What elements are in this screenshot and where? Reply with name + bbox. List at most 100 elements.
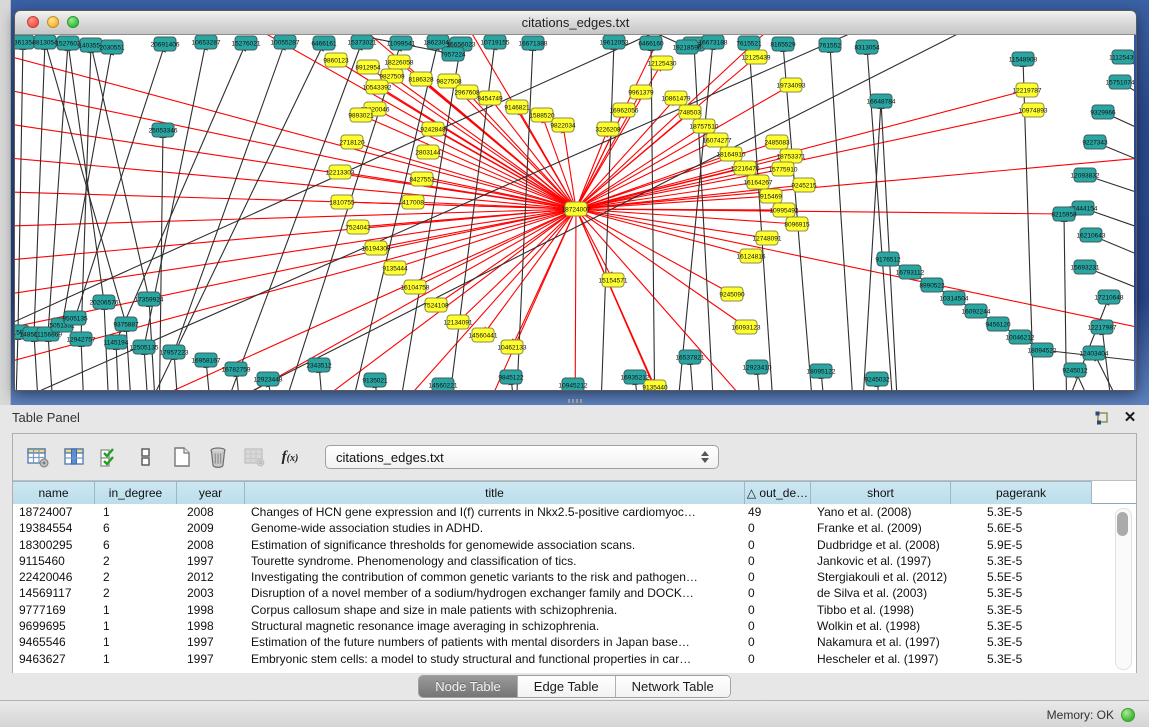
graph-node[interactable]: 10462133 [498, 340, 527, 354]
graph-node[interactable]: 18095122 [807, 364, 836, 378]
graph-node[interactable]: 1810755 [329, 195, 355, 209]
column-header-short[interactable]: short [811, 481, 951, 504]
graph-node[interactable]: 6466161 [311, 36, 337, 50]
column-header-pagerank[interactable]: pagerank [951, 481, 1092, 504]
graph-node[interactable]: 16962056 [610, 103, 639, 117]
graph-node[interactable]: 16793112 [896, 265, 925, 279]
graph-node[interactable]: 10055287 [271, 35, 300, 49]
graph-node[interactable]: 12748091 [753, 231, 782, 245]
graph-node[interactable]: 16958167 [192, 353, 221, 367]
graph-node[interactable]: 7615521 [736, 36, 762, 50]
graph-node[interactable]: 17359924 [135, 292, 164, 306]
graph-node[interactable]: 9822034 [550, 118, 576, 132]
graph-node[interactable]: 12923410 [743, 360, 772, 374]
row-height-icon[interactable] [131, 442, 161, 472]
graph-node[interactable]: 10945212 [559, 378, 588, 390]
graph-node[interactable]: 16074277 [703, 133, 732, 147]
graph-node[interactable]: 9242848 [420, 122, 446, 136]
tab-node-table[interactable]: Node Table [419, 676, 518, 697]
graph-node[interactable]: 11548908 [1009, 52, 1038, 66]
graph-node[interactable]: 2718120 [339, 135, 365, 149]
graph-node[interactable]: 1145194 [104, 335, 129, 349]
graph-node[interactable]: 16782759 [222, 362, 251, 376]
graph-node[interactable]: 20206576 [90, 295, 119, 309]
graph-node[interactable]: 16104758 [401, 280, 430, 294]
graph-node[interactable]: 9961379 [628, 85, 654, 99]
graph-node[interactable]: 9146821 [504, 100, 530, 114]
graph-node[interactable]: 16093123 [732, 320, 761, 334]
graph-node[interactable]: 17957223 [160, 345, 189, 359]
tab-network-table[interactable]: Network Table [616, 676, 730, 697]
graph-node[interactable]: 9860123 [323, 53, 349, 67]
graph-node[interactable]: 15693231 [1071, 260, 1100, 274]
graph-node[interactable]: 15276021 [232, 36, 261, 50]
graph-node[interactable]: 12134091 [444, 315, 473, 329]
graph-node[interactable]: 16648784 [867, 94, 896, 108]
graph-node[interactable]: 9845122 [498, 370, 524, 384]
graph-node[interactable]: 19734093 [777, 78, 806, 92]
graph-node[interactable]: 11099541 [387, 36, 416, 50]
graph-node[interactable]: 12942757 [67, 332, 96, 346]
graph-node[interactable]: 2343512 [306, 358, 332, 372]
table-row[interactable]: 1938455462009Genome-wide association stu… [13, 520, 1136, 536]
table-row[interactable]: 2242004622012Investigating the contribut… [13, 569, 1136, 585]
graph-node[interactable]: 15751074 [1106, 75, 1134, 89]
graph-node[interactable]: 3226208 [595, 122, 621, 136]
table-scrollbar-thumb[interactable] [1117, 512, 1128, 536]
graph-node[interactable]: 8313054 [854, 40, 880, 54]
graph-node[interactable]: 8427552 [409, 172, 435, 186]
graph-node[interactable]: 16124816 [737, 249, 766, 263]
graph-node[interactable]: 12093832 [1071, 168, 1100, 182]
graph-node[interactable]: 9245012 [1062, 363, 1088, 377]
graph-node[interactable]: 19218596 [673, 40, 702, 54]
graph-node[interactable]: 20691406 [151, 37, 180, 51]
graph-node[interactable]: 9135440 [642, 380, 668, 390]
graph-node[interactable]: 9245215 [791, 178, 817, 192]
close-panel-icon[interactable]: ✕ [1121, 409, 1139, 427]
table-row[interactable]: 1830029562008Estimation of significance … [13, 537, 1136, 553]
graph-node[interactable]: 12505135 [130, 340, 159, 354]
graph-node[interactable]: 761552 [819, 38, 841, 52]
graph-node[interactable]: 10314504 [940, 291, 969, 305]
graph-node[interactable]: 417008 [402, 195, 424, 209]
graph-node[interactable]: 748503 [679, 105, 701, 119]
graph-node[interactable]: 19612053 [600, 35, 629, 49]
graph-node[interactable]: 18164910 [717, 147, 746, 161]
graph-node[interactable]: 16673188 [699, 35, 728, 49]
graph-node[interactable]: 8912954 [355, 60, 381, 74]
graph-node[interactable]: 7957224 [440, 47, 466, 61]
show-columns-icon[interactable] [59, 442, 89, 472]
graph-node[interactable]: 15775910 [769, 162, 798, 176]
column-header-title[interactable]: title [245, 481, 745, 504]
graph-node[interactable]: 18753371 [777, 149, 806, 163]
graph-node[interactable]: 1588520 [529, 108, 555, 122]
graph-node[interactable]: 17210648 [1095, 290, 1124, 304]
graph-node[interactable]: 9176512 [875, 252, 901, 266]
graph-node[interactable]: 8215958 [1051, 207, 1077, 221]
column-header-year[interactable]: year [177, 481, 245, 504]
graph-node[interactable]: 8990522 [919, 278, 945, 292]
table-row[interactable]: 911546021997Tourette syndrome. Phenomeno… [13, 553, 1136, 569]
graph-node[interactable]: 12125430 [648, 56, 677, 70]
graph-node[interactable]: 16671388 [519, 36, 548, 50]
network-canvas[interactable]: 9361354881305415276021403557203055120691… [15, 35, 1134, 390]
table-selector[interactable]: citations_edges.txt [325, 445, 719, 469]
graph-node[interactable]: 15154571 [599, 273, 628, 287]
graph-node[interactable]: 10974893 [1019, 103, 1048, 117]
table-scrollbar[interactable] [1115, 508, 1132, 670]
delete-column-icon[interactable] [203, 442, 233, 472]
graph-node[interactable]: 12219787 [1013, 83, 1042, 97]
graph-node[interactable]: 16092244 [962, 304, 991, 318]
graph-node[interactable]: 2485083 [764, 135, 790, 149]
graph-node[interactable]: 12125439 [742, 50, 771, 64]
graph-node[interactable]: 14560441 [469, 328, 498, 342]
graph-node[interactable]: 10719155 [481, 35, 510, 49]
graph-node[interactable]: 18094522 [1028, 343, 1057, 357]
table-mode-icon[interactable] [23, 442, 53, 472]
graph-node[interactable]: 10543392 [363, 80, 392, 94]
graph-node[interactable]: 18724007 [562, 202, 591, 216]
graph-node[interactable]: 18757510 [690, 119, 719, 133]
graph-node[interactable]: 2967608 [454, 85, 480, 99]
column-header-out_de[interactable]: △ out_de… [745, 481, 811, 504]
delete-table-icon[interactable] [239, 442, 269, 472]
